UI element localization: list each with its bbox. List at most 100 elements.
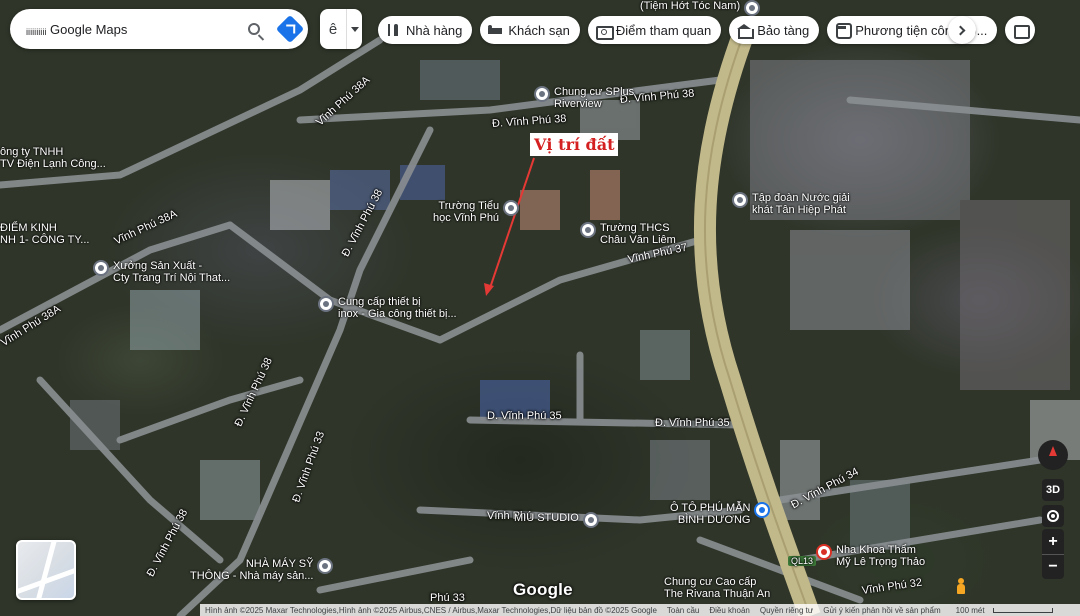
search-box[interactable]: ᵢᵢᵢᵢᵢᵢᵢᵢᵢᵢ Google Maps (10, 9, 308, 49)
tilt-3d-button[interactable]: 3D (1042, 479, 1064, 501)
chip-label: Nhà hàng (406, 22, 463, 38)
poi-dien-lanh[interactable]: ông ty TNHH TV Điện Lạnh Công... (0, 146, 106, 170)
poi-oto-phu-man[interactable]: Ô TÔ PHÚ MẪN BÌNH DƯƠNG (670, 502, 771, 526)
poi-name: MIU STUDIO (514, 512, 579, 524)
poi-miu-studio[interactable]: MIU STUDIO (514, 512, 599, 528)
footer-link-global[interactable]: Toàn cầu (662, 606, 704, 615)
zoom-control: + − (1042, 529, 1064, 579)
poi-name: Chung cư SPlus (554, 86, 635, 98)
poi-nha-khoa[interactable]: Nha Khoa Thẩm Mỹ Lê Trọng Thảo (816, 544, 925, 568)
poi-splus[interactable]: Chung cư SPlus Riverview (534, 86, 634, 110)
poi-name: Trường THCS (600, 222, 670, 234)
poi-barber[interactable]: (Tiệm Hớt Tóc Nam) (640, 0, 761, 16)
poi-name-line2: THÔNG - Nhà máy sản... (190, 570, 314, 582)
road-label: D. Vĩnh Phú 35 (487, 410, 562, 422)
search-icon (248, 23, 260, 35)
directions-icon (275, 14, 305, 44)
transit-icon (835, 23, 853, 39)
compass-icon (1049, 446, 1057, 456)
poi-name: (Tiệm Hớt Tóc Nam) (640, 0, 741, 12)
place-pin-icon (582, 512, 599, 528)
land-location-annotation: Vị trí đất (530, 133, 619, 156)
poi-name: Chung cư Cao cấp (664, 576, 757, 588)
poi-nha-may-sy-thong[interactable]: NHÀ MÁY SỸ THÔNG - Nhà máy sản... (190, 558, 334, 582)
zoom-in-button[interactable]: + (1042, 529, 1064, 554)
road-label: Đ. Vĩnh Phú 35 (655, 417, 730, 429)
poi-name-line2: Riverview (554, 98, 602, 110)
highway-shield: QL13 (788, 556, 817, 566)
search-button[interactable] (236, 9, 272, 49)
fork-knife-icon (386, 23, 400, 37)
chip-label: Khách sạn (508, 22, 570, 38)
map-footer: Hình ảnh ©2025 Maxar Technologies,Hình ả… (200, 604, 1080, 616)
place-pin-icon (534, 86, 550, 102)
dentist-pin-icon (816, 544, 832, 560)
my-location-button[interactable] (1042, 505, 1064, 527)
poi-name: Tập đoàn Nước giải (752, 192, 850, 204)
poi-name-line2: The Rivana Thuận An (664, 588, 771, 600)
poi-name-line2: Cty Trang Trí Nội That... (113, 272, 231, 284)
poi-name: Nha Khoa Thẩm (836, 544, 916, 556)
poi-name-line2: khát Tân Hiệp Phát (752, 204, 846, 216)
layers-toggle-button[interactable] (16, 540, 76, 600)
satellite-map[interactable]: Đ. Vĩnh Phú 38 Đ. Vĩnh Phú 38 Vĩnh Phú 3… (0, 0, 1080, 616)
directions-button[interactable] (272, 9, 308, 49)
poi-diem-kinh[interactable]: ĐIỂM KINH NH 1- CÔNG TY... (0, 222, 89, 246)
camera-icon (595, 23, 614, 40)
poi-tan-hiep-phat[interactable]: Tập đoàn Nước giải khát Tân Hiệp Phát (732, 192, 850, 216)
poi-name-line2: BÌNH DƯƠNG (677, 514, 751, 526)
place-pin-icon (744, 0, 761, 16)
place-pin-icon (93, 260, 109, 276)
poi-truong-tieu-hoc[interactable]: Trường Tiểu học Vĩnh Phú (433, 200, 520, 224)
poi-name: Xưởng Sản Xuất - (113, 260, 203, 272)
chip-attractions[interactable]: Điểm tham quan (587, 16, 722, 44)
school-pin-icon (503, 200, 520, 216)
poi-name: NHÀ MÁY SỸ (245, 558, 314, 570)
footer-link-terms[interactable]: Điều khoản (704, 606, 754, 615)
chip-restaurants[interactable]: Nhà hàng (378, 16, 473, 44)
scale-bar[interactable]: 100 mét (946, 606, 1058, 615)
chip-more[interactable] (1005, 16, 1036, 44)
category-chips: Nhà hàng Khách sạn Điểm tham quan Bảo tà… (378, 16, 1036, 44)
chip-label: Điểm tham quan (615, 22, 712, 38)
poi-name-line2: Mỹ Lê Trọng Thảo (836, 556, 926, 568)
place-pin-icon (732, 192, 748, 208)
zoom-out-button[interactable]: − (1042, 554, 1064, 579)
chips-scroll-next-button[interactable] (948, 16, 976, 44)
poi-name: Trường Tiểu (438, 200, 500, 212)
poi-truong-thcs[interactable]: Trường THCS Châu Văn Liêm (580, 222, 676, 246)
museum-icon (737, 23, 755, 39)
dropdown-button[interactable] (346, 9, 362, 49)
poi-rivana[interactable]: Chung cư Cao cấp The Rivana Thuận An (664, 576, 770, 600)
poi-xuong-san-xuat[interactable]: Xưởng Sản Xuất - Cty Trang Trí Nội That..… (93, 260, 230, 284)
street-view-pegman-icon[interactable] (955, 578, 967, 596)
google-logo: Google (513, 580, 573, 599)
my-location-icon (1047, 510, 1059, 522)
footer-link-privacy[interactable]: Quyền riêng tư (755, 606, 818, 615)
poi-name-line2: học Vĩnh Phú (433, 212, 500, 224)
chip-label: Bảo tàng (757, 22, 810, 38)
chevron-right-icon (955, 25, 966, 35)
poi-name-line2: inox - Gia công thiết bị... (338, 308, 457, 320)
poi-name: ông ty TNHH (0, 146, 64, 158)
imagery-attribution: Hình ảnh ©2025 Maxar Technologies,Hình ả… (205, 605, 657, 615)
road-label: Phú 33 (430, 592, 465, 604)
poi-name-line2: TV Điện Lạnh Công... (0, 158, 106, 170)
car-dealer-pin-icon (754, 502, 771, 518)
poi-inox[interactable]: Cung cấp thiết bị inox - Gia công thiết b… (318, 296, 457, 320)
search-input[interactable]: ᵢᵢᵢᵢᵢᵢᵢᵢᵢᵢ Google Maps (26, 22, 236, 37)
poi-name: Ô TÔ PHÚ MẪN (670, 502, 751, 514)
compass-button[interactable] (1038, 440, 1068, 470)
chip-museums[interactable]: Bảo tàng (729, 16, 820, 44)
school-pin-icon (580, 222, 596, 238)
place-pin-icon (317, 558, 334, 574)
poi-name: Cung cấp thiết bị (338, 296, 421, 308)
panel-toggle-label: ê (328, 20, 338, 38)
footer-link-feedback[interactable]: Gửi ý kiến phản hồi về sản phẩm (818, 606, 945, 615)
place-pin-icon (318, 296, 334, 312)
scale-label: 100 mét (955, 605, 985, 615)
collapse-panel-toggle[interactable]: ê (320, 9, 362, 49)
chip-hotels[interactable]: Khách sạn (480, 16, 580, 44)
bed-icon (488, 23, 503, 37)
poi-name-line2: Châu Văn Liêm (600, 234, 676, 246)
